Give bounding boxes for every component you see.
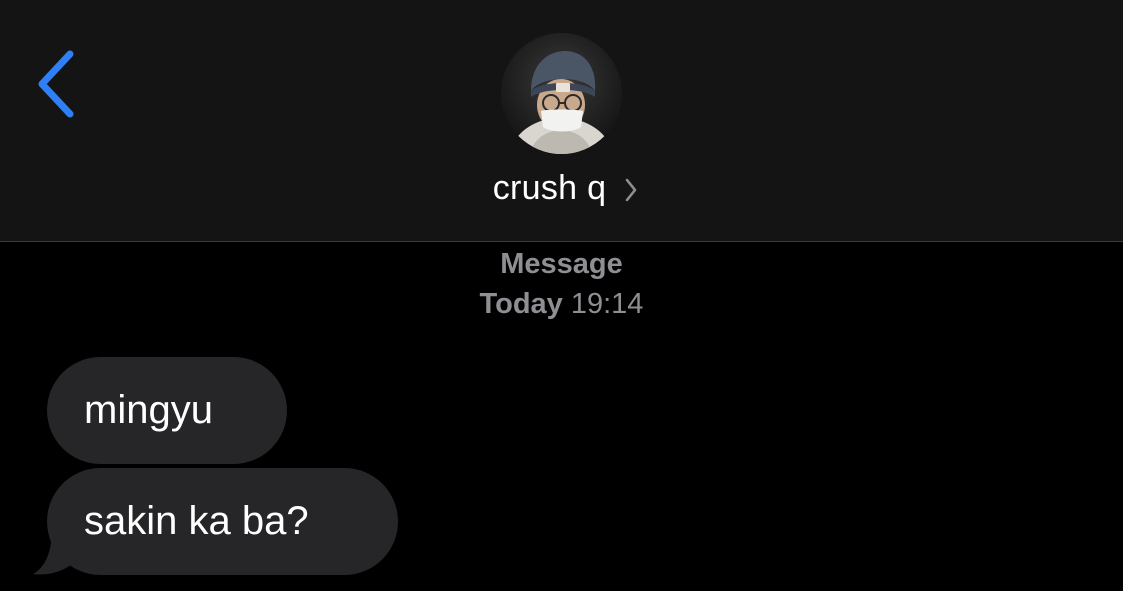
contact-photo: [501, 33, 622, 154]
message-bubble[interactable]: sakin ka ba?: [47, 468, 398, 575]
conversation-header: crush q: [0, 0, 1123, 242]
timestamp-time: 19:14: [570, 288, 644, 320]
contact-name: crush q: [492, 168, 607, 207]
timestamp-day: Today: [479, 288, 563, 320]
back-button[interactable]: [30, 48, 90, 120]
chevron-right-icon: [625, 178, 637, 202]
timestamp: Today 19:14: [0, 288, 1123, 321]
contact-details-button[interactable]: crush q: [0, 164, 1123, 212]
message-text: mingyu: [84, 388, 213, 432]
message-text: sakin ka ba?: [84, 499, 309, 543]
messages-screen: crush q Message Today 19:14 mingyu sakin…: [0, 0, 1123, 591]
bubble-tail: [33, 530, 75, 575]
message-bubble[interactable]: mingyu: [47, 357, 287, 464]
chevron-left-icon: [38, 50, 74, 118]
service-label: Message: [500, 248, 623, 280]
avatar[interactable]: [501, 33, 622, 154]
